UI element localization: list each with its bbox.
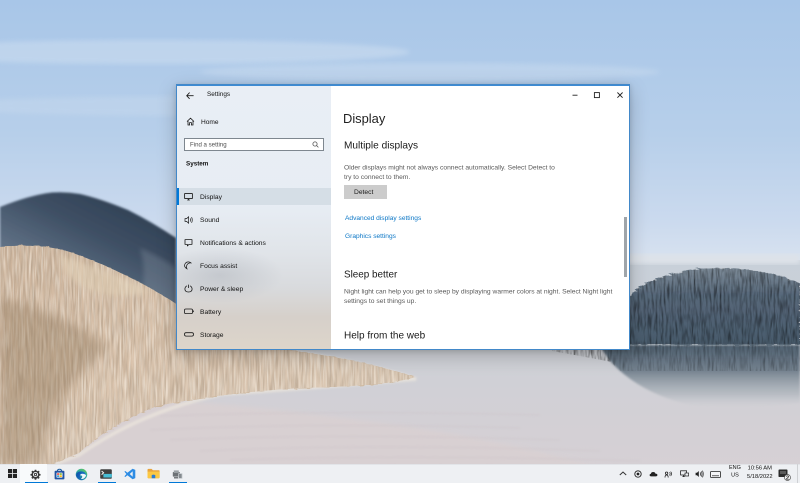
svg-text:2: 2	[786, 476, 789, 481]
